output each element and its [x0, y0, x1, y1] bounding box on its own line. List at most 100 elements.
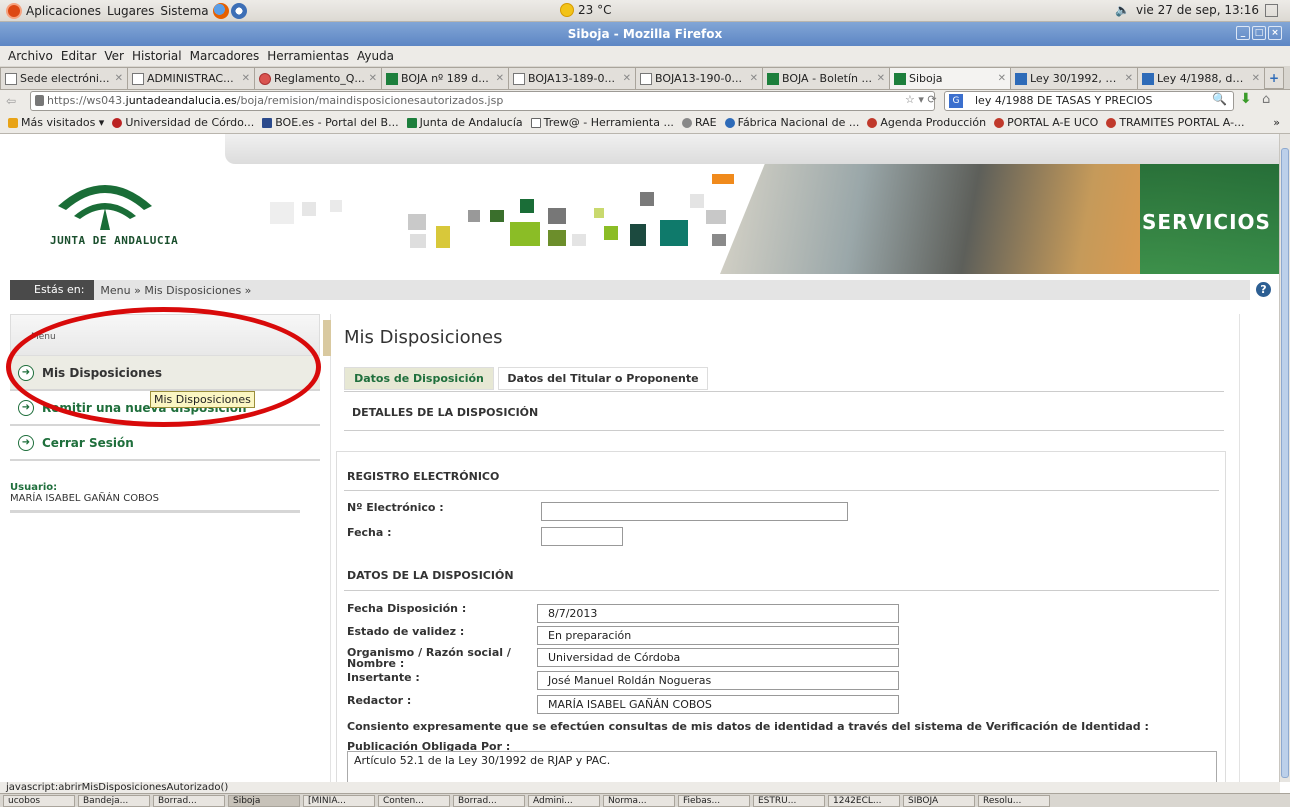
close-tab-icon[interactable]: ✕	[750, 73, 758, 84]
redactor-field[interactable]: MARÍA ISABEL GAÑÁN COBOS	[537, 695, 899, 714]
menu-editar[interactable]: Editar	[61, 49, 97, 63]
menu-marcadores[interactable]: Marcadores	[190, 49, 260, 63]
browser-tab[interactable]: ADMINISTRAC... ✕	[127, 67, 255, 89]
organismo-field[interactable]: Universidad de Córdoba	[537, 648, 899, 667]
close-tab-icon[interactable]: ✕	[877, 73, 885, 84]
bookmark-uco[interactable]: Universidad de Córdo...	[112, 116, 254, 129]
menu-ver[interactable]: Ver	[104, 49, 124, 63]
bookmark-fnmt[interactable]: Fábrica Nacional de ...	[724, 116, 859, 129]
close-tab-icon[interactable]: ✕	[369, 73, 377, 84]
fecha-field[interactable]	[541, 527, 623, 546]
browser-tab[interactable]: BOJA13-189-0... ✕	[508, 67, 636, 89]
taskbar-item[interactable]: Conten...	[378, 794, 450, 807]
taskbar-item[interactable]: Admini...	[528, 794, 600, 807]
taskbar-item[interactable]: ESTRU...	[753, 794, 825, 807]
taskbar-item[interactable]: Borrad...	[153, 794, 225, 807]
navigation-bar: ⇦ https://ws043.juntadeandalucia.es/boja…	[0, 90, 1290, 112]
clock[interactable]: 🔈 vie 27 de sep, 13:16	[1115, 3, 1278, 17]
close-tab-icon[interactable]: ✕	[998, 73, 1006, 84]
weather-indicator[interactable]: 23 °C	[560, 3, 611, 17]
menu-historial[interactable]: Historial	[132, 49, 182, 63]
bookmark-tramites[interactable]: TRAMITES PORTAL A-...	[1106, 116, 1245, 129]
search-engine-icon[interactable]: G	[949, 94, 963, 108]
publicacion-field[interactable]: Artículo 52.1 de la Ley 30/1992 de RJAP …	[347, 751, 1217, 782]
taskbar-item[interactable]: Fiebas...	[678, 794, 750, 807]
browser-tab[interactable]: Sede electróni... ✕	[0, 67, 128, 89]
url-prefix: https://ws043.	[47, 94, 126, 107]
menu-archivo[interactable]: Archivo	[8, 49, 53, 63]
url-dropdown-icon[interactable]: ☆ ▾ ⟳	[905, 93, 937, 106]
breadcrumb-path[interactable]: Menu » Mis Disposiciones »	[100, 284, 251, 297]
home-icon[interactable]: ⌂	[1262, 92, 1270, 107]
taskbar-item[interactable]: 1242ECL...	[828, 794, 900, 807]
bookmark-portal-ae[interactable]: PORTAL A-E UCO	[994, 116, 1098, 129]
boe-icon	[262, 117, 273, 128]
bookmark-agenda[interactable]: Agenda Producción	[867, 116, 986, 129]
search-field[interactable]: G ley 4/1988 DE TASAS Y PRECIOS	[944, 91, 1234, 111]
tab-datos-titular[interactable]: Datos del Titular o Proponente	[498, 367, 708, 390]
browser-menubar: Archivo Editar Ver Historial Marcadores …	[0, 46, 1290, 66]
fnmt-icon	[724, 117, 735, 128]
lock-icon[interactable]	[35, 95, 44, 106]
bookmark-junta[interactable]: Junta de Andalucía	[406, 116, 523, 129]
taskbar-item[interactable]: SIBOJA	[903, 794, 975, 807]
taskbar-item-active[interactable]: Siboja	[228, 794, 300, 807]
browser-tab[interactable]: BOJA - Boletín ... ✕	[762, 67, 890, 89]
help-icon[interactable]: ?	[1256, 282, 1271, 297]
shutdown-icon[interactable]	[1265, 3, 1278, 17]
taskbar-item[interactable]: Resolu...	[978, 794, 1050, 807]
taskbar-item[interactable]: ucobos	[3, 794, 75, 807]
url-field[interactable]: https://ws043.juntadeandalucia.es/boja/r…	[30, 91, 935, 111]
bookmark-boe[interactable]: BOE.es - Portal del B...	[262, 116, 399, 129]
firefox-launcher-icon[interactable]	[212, 2, 229, 19]
bookmark-rae[interactable]: RAE	[681, 116, 717, 129]
taskbar-item[interactable]: Borrad...	[453, 794, 525, 807]
taskbar-item[interactable]: [MINIA...	[303, 794, 375, 807]
close-tab-icon[interactable]: ✕	[623, 73, 631, 84]
close-tab-icon[interactable]: ✕	[1252, 73, 1260, 84]
minimize-button[interactable]: _	[1236, 26, 1250, 40]
bookmark-label: RAE	[694, 116, 717, 129]
thunderbird-launcher-icon[interactable]	[230, 2, 247, 19]
close-window-button[interactable]: ×	[1268, 26, 1282, 40]
estado-validez-field[interactable]: En preparación	[537, 626, 899, 645]
fecha-disposicion-field[interactable]: 8/7/2013	[537, 604, 899, 623]
browser-tab[interactable]: BOJA nº 189 d... ✕	[381, 67, 509, 89]
numero-electronico-field[interactable]	[541, 502, 848, 521]
search-icon[interactable]: 🔍	[1212, 92, 1227, 106]
close-tab-icon[interactable]: ✕	[242, 73, 250, 84]
scroll-thumb[interactable]	[1281, 148, 1289, 778]
insertante-field[interactable]: José Manuel Roldán Nogueras	[537, 671, 899, 690]
junta-icon	[406, 117, 417, 128]
menu-herramientas[interactable]: Herramientas	[267, 49, 349, 63]
close-tab-icon[interactable]: ✕	[115, 73, 123, 84]
volume-icon[interactable]: 🔈	[1115, 3, 1130, 17]
menu-ayuda[interactable]: Ayuda	[357, 49, 394, 63]
new-tab-button[interactable]: +	[1264, 67, 1284, 89]
tab-datos-disposicion[interactable]: Datos de Disposición	[344, 367, 494, 390]
places-menu[interactable]: Lugares	[107, 4, 154, 18]
bookmarks-overflow-icon[interactable]: »	[1273, 116, 1280, 129]
close-tab-icon[interactable]: ✕	[1125, 73, 1133, 84]
divider	[10, 510, 300, 513]
vertical-scrollbar[interactable]	[1279, 134, 1290, 782]
taskbar-item[interactable]: Norma...	[603, 794, 675, 807]
bookmark-label: Junta de Andalucía	[419, 116, 523, 129]
system-menu[interactable]: Sistema	[160, 4, 208, 18]
browser-tab-active[interactable]: Siboja ✕	[889, 67, 1011, 89]
window-title: Siboja - Mozilla Firefox	[567, 27, 723, 41]
bookmark-mas-visitados[interactable]: Más visitados ▾	[8, 116, 104, 129]
browser-tab[interactable]: Ley 30/1992, d... ✕	[1010, 67, 1138, 89]
browser-tab[interactable]: Ley 4/1988, de ... ✕	[1137, 67, 1265, 89]
back-button[interactable]: ⇦	[6, 94, 26, 108]
system-label: Sistema	[160, 3, 209, 18]
browser-tab[interactable]: BOJA13-190-0... ✕	[635, 67, 763, 89]
bookmark-trewa[interactable]: Trew@ - Herramienta ...	[530, 116, 674, 129]
download-icon[interactable]: ⬇	[1240, 91, 1252, 107]
taskbar-item[interactable]: Bandeja...	[78, 794, 150, 807]
sidebar-item-cerrar-sesion[interactable]: ➜ Cerrar Sesión	[10, 426, 320, 461]
close-tab-icon[interactable]: ✕	[496, 73, 504, 84]
browser-tab[interactable]: Reglamento_Q... ✕	[254, 67, 382, 89]
applications-menu[interactable]: Aplicaciones	[6, 2, 101, 19]
maximize-button[interactable]: □	[1252, 26, 1266, 40]
